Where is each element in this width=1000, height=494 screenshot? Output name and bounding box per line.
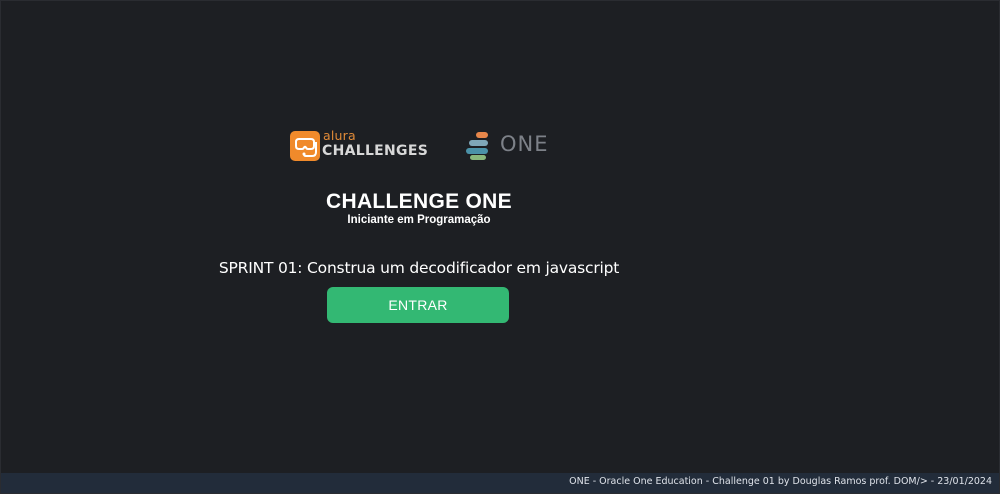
stacked-bars-icon <box>466 131 494 161</box>
sprint-heading: SPRINT 01: Construa um decodificador em … <box>218 259 620 277</box>
oracle-one-logo: ONE <box>466 131 556 161</box>
logo-row: alura CHALLENGES ONE <box>289 127 549 167</box>
snorkel-mask-icon <box>290 131 320 161</box>
enter-button[interactable]: ENTRAR <box>327 287 509 323</box>
alura-wordmark: alura <box>323 128 356 143</box>
footer-bar: ONE - Oracle One Education - Challenge 0… <box>1 473 999 493</box>
alura-challenges-logo: alura CHALLENGES <box>289 128 431 163</box>
footer-credits: ONE - Oracle One Education - Challenge 0… <box>569 476 992 487</box>
page-subtitle: Iniciante em Programação <box>347 214 491 226</box>
one-wordmark: ONE <box>500 132 549 156</box>
page-title: CHALLENGE ONE <box>326 190 512 213</box>
challenges-wordmark: CHALLENGES <box>322 143 429 159</box>
app-page: alura CHALLENGES ONE CHALLENGE ONE Inici… <box>0 0 1000 494</box>
